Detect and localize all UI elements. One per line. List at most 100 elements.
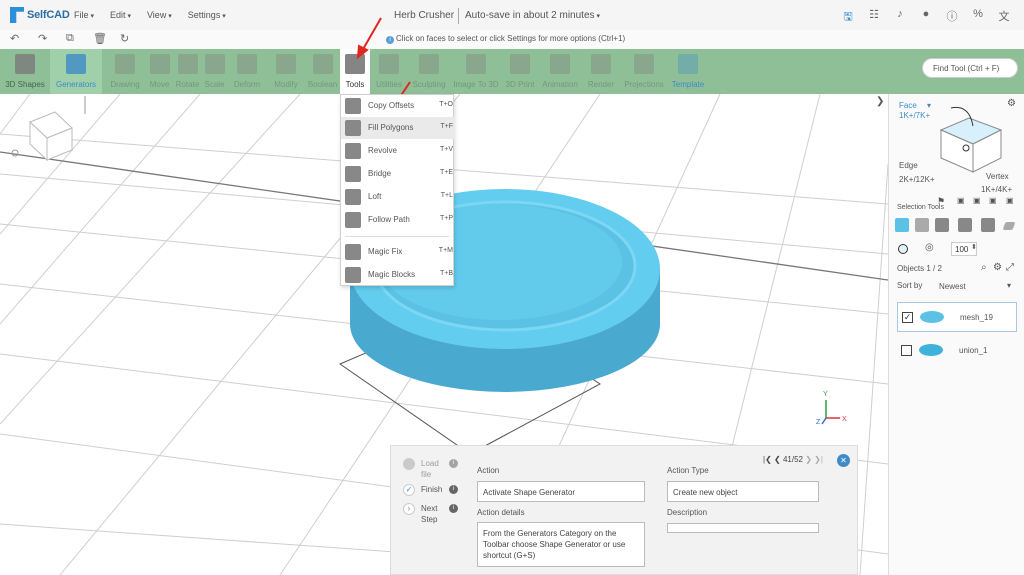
menu-item-copy-offsets[interactable]: Copy Offsets T+O [341, 95, 455, 117]
select-solid-icon[interactable] [935, 218, 949, 232]
modify-icon [276, 54, 296, 74]
tool-boolean[interactable]: Boolean [305, 49, 340, 94]
select-grid-icon[interactable] [915, 218, 929, 232]
selection-option-icon[interactable]: ▣ [1006, 196, 1014, 205]
copy-icon[interactable]: ⧉ [66, 32, 74, 45]
page-indicator: 41/52 [782, 455, 803, 464]
info-icon[interactable]: ⓘ [946, 8, 958, 27]
menu-file[interactable]: File [74, 10, 94, 20]
tool-generators[interactable]: Generators [50, 49, 102, 94]
tool-3d-print[interactable]: 3D Print [502, 49, 538, 94]
tool-animation[interactable]: Animation [538, 49, 582, 94]
tool-render[interactable]: Render [582, 49, 620, 94]
tool-modify[interactable]: Modify [267, 49, 305, 94]
view-cube[interactable] [11, 96, 86, 162]
menu-item-label: Bridge [368, 169, 392, 178]
save-icon[interactable]: 🖫 [842, 8, 854, 27]
reset-icon[interactable]: ↻ [120, 32, 129, 45]
menu-item-label: Revolve [368, 146, 397, 155]
tool-tools[interactable]: Tools [340, 49, 370, 94]
menu-item-loft[interactable]: Loft T+L [341, 186, 455, 208]
vertex-label[interactable]: Vertex [986, 172, 1009, 181]
user-icon [403, 458, 415, 470]
projections-icon [634, 54, 654, 74]
object-row-mesh-19[interactable]: ✓ mesh_19 [897, 302, 1017, 332]
first-page-icon[interactable]: |❮ [763, 455, 772, 464]
undo-icon[interactable]: ↶ [10, 32, 19, 45]
settings-gear-icon[interactable]: ⚙ [993, 262, 1002, 273]
action-type-label: Action Type [667, 466, 709, 475]
menu-item-magic-blocks[interactable]: Magic Blocks T+B [341, 264, 455, 286]
find-tool-input[interactable]: Find Tool (Ctrl + F) [922, 58, 1018, 78]
object-checkbox[interactable] [901, 345, 912, 356]
tool-drawing[interactable]: Drawing [104, 49, 146, 94]
search-icon[interactable]: ⌕ [981, 262, 987, 273]
tool-utilities[interactable]: Utilities [370, 49, 408, 94]
object-thumbnail [920, 311, 944, 323]
info-icon[interactable]: i [449, 485, 458, 494]
menu-settings[interactable]: Settings [188, 10, 226, 20]
project-title[interactable]: Herb Crusher [394, 10, 454, 21]
selfcad-logo[interactable]: SelfCAD [10, 7, 74, 23]
notification-bell-icon[interactable]: ♪ [894, 8, 906, 27]
select-sphere-icon[interactable] [958, 218, 972, 232]
sort-select[interactable]: Newest [939, 282, 966, 291]
tool-move[interactable]: Move [146, 49, 173, 94]
expand-icon[interactable]: ⤢ [1006, 262, 1014, 273]
info-icon[interactable]: i [449, 504, 458, 513]
selection-option-icon[interactable]: ▣ [957, 196, 965, 205]
trash-icon[interactable]: 🗑 [93, 32, 107, 45]
brush-pattern-icon[interactable]: ◎ [925, 242, 934, 253]
menu-item-follow-path[interactable]: Follow Path T+P [341, 209, 455, 231]
select-box-icon[interactable] [895, 218, 909, 232]
logo-text: SelfCAD [27, 9, 70, 21]
info-icon[interactable]: i [449, 459, 458, 468]
tool-3d-shapes[interactable]: 3D Shapes [0, 49, 50, 94]
brush-circle-icon[interactable] [898, 244, 908, 254]
menu-item-fill-polygons[interactable]: Fill Polygons T+F [341, 117, 455, 139]
next-page-icon[interactable]: ❯ [805, 455, 812, 464]
axis-gizmo [821, 400, 840, 425]
tool-image-to-3d[interactable]: Image To 3D [450, 49, 502, 94]
language-icon[interactable]: 文 [998, 8, 1010, 27]
tool-rotate[interactable]: Rotate [173, 49, 202, 94]
shortcut-label: T+E [439, 169, 453, 176]
selection-mode-cube[interactable] [929, 102, 1009, 180]
user-icon[interactable]: ● [920, 8, 932, 27]
face-mode-label[interactable]: Face [899, 101, 917, 110]
selection-option-icon[interactable]: ▣ [989, 196, 997, 205]
edge-label[interactable]: Edge [899, 161, 918, 170]
main-toolbar: 3D Shapes Generators Drawing Move Rotate… [0, 49, 1024, 94]
title-divider [458, 8, 459, 24]
close-tutorial-button[interactable]: ✕ [837, 454, 850, 467]
flag-icon[interactable]: ⚑ [937, 196, 945, 207]
menu-edit[interactable]: Edit [110, 10, 131, 20]
percent-icon[interactable]: % [972, 8, 984, 27]
tool-deform[interactable]: Deform [227, 49, 267, 94]
object-checkbox[interactable]: ✓ [902, 312, 913, 323]
menu-view[interactable]: View [147, 10, 172, 20]
share-icon[interactable]: ☷ [868, 8, 880, 27]
tool-projections[interactable]: Projections [620, 49, 668, 94]
tool-label: Scale [204, 80, 225, 89]
prev-page-icon[interactable]: ❮ [774, 455, 781, 464]
object-row-union-1[interactable]: union_1 [897, 336, 1017, 366]
tool-sculpting[interactable]: Sculpting [408, 49, 450, 94]
menu-item-magic-fix[interactable]: Magic Fix T+M [341, 241, 455, 263]
select-plane-icon[interactable] [1002, 222, 1016, 230]
redo-icon[interactable]: ↷ [38, 32, 47, 45]
sort-chevron-down-icon[interactable]: ▾ [1007, 281, 1011, 290]
tool-template[interactable]: Template [668, 49, 708, 94]
face-count: 1K+/7K+ [899, 111, 931, 120]
menu-item-revolve[interactable]: Revolve T+V [341, 140, 455, 162]
autosave-status[interactable]: Auto-save in about 2 minutes [465, 10, 600, 21]
tool-scale[interactable]: Scale [202, 49, 227, 94]
menu-item-bridge[interactable]: Bridge T+E [341, 163, 455, 185]
collapse-panel-chevron-icon[interactable]: ❯ [876, 96, 886, 110]
selection-option-icon[interactable]: ▣ [973, 196, 981, 205]
last-page-icon[interactable]: ❯| [814, 455, 823, 464]
select-half-icon[interactable] [981, 218, 995, 232]
brush-size-stepper[interactable]: ⬍ [971, 243, 977, 251]
menu-item-label: Copy Offsets [368, 101, 415, 110]
action-field: Activate Shape Generator [477, 481, 645, 502]
